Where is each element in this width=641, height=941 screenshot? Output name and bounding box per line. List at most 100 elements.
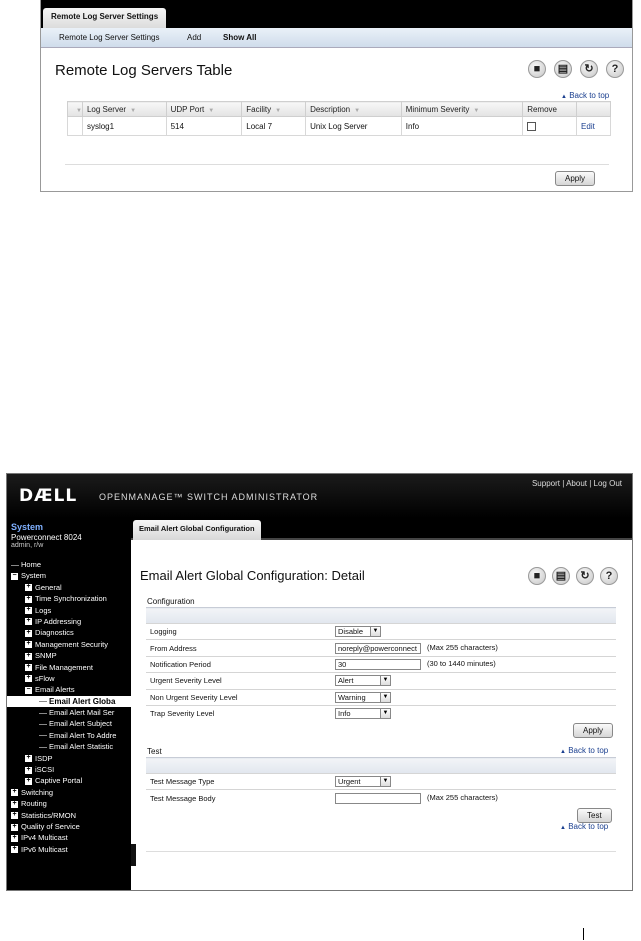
log-out-link[interactable]: Log Out (594, 479, 622, 488)
back-to-top-link[interactable]: ▲ Back to top (561, 91, 609, 100)
expand-icon[interactable]: + (25, 617, 32, 626)
field-label: Logging (146, 622, 331, 640)
sidebar-item[interactable]: + iSCSI (7, 764, 131, 775)
expand-icon[interactable]: + (11, 811, 18, 820)
expand-icon[interactable]: + (11, 788, 18, 797)
collapse-icon[interactable]: − (25, 686, 32, 694)
sidebar-item[interactable]: + Quality of Service (7, 821, 131, 832)
sidebar-item-label: Email Alert To Addre (49, 730, 117, 740)
tab-email-alert-global-configuration[interactable]: Email Alert Global Configuration (133, 520, 261, 540)
sidebar-item[interactable]: Email Alert Statistic (7, 741, 131, 752)
chevron-down-icon: ▼ (380, 777, 390, 787)
test-message-body-input[interactable] (335, 792, 421, 804)
support-link[interactable]: Support (532, 479, 560, 488)
field-label: Trap Severity Level (146, 704, 331, 722)
sidebar-item[interactable]: + Management Security (7, 639, 131, 650)
cell-facility: Local 7 (241, 116, 307, 136)
sidebar-item[interactable]: + Statistics/RMON (7, 810, 131, 821)
sidebar-item[interactable]: + IPv6 Multicast (7, 844, 131, 855)
column-header-udp-port[interactable]: UDP Port ▼ (165, 101, 243, 117)
tab-remote-log-server-settings[interactable]: Remote Log Server Settings (43, 8, 167, 28)
sidebar-item[interactable]: + SNMP (7, 650, 131, 661)
sidebar-item[interactable]: Email Alert Globa (7, 695, 131, 708)
sidebar-item[interactable]: + Time Synchronization (7, 593, 131, 604)
test-message-type-select[interactable]: Urgent ▼ (335, 776, 391, 788)
column-header-log-server[interactable]: Log Server ▼ (81, 101, 167, 117)
sidebar-item[interactable]: + sFlow (7, 673, 131, 684)
apply-button[interactable]: Apply (555, 171, 596, 186)
field-hint: (Max 255 characters) (427, 793, 498, 803)
sidebar-item[interactable]: + Diagnostics (7, 627, 131, 638)
back-to-top-link-2[interactable]: ▲ Back to top (560, 822, 608, 831)
sidebar-item[interactable]: + File Management (7, 662, 131, 673)
up-arrow-icon: ▲ (560, 825, 566, 831)
sidebar-item[interactable]: Home (7, 559, 131, 570)
back-to-top-link[interactable]: ▲ Back to top (560, 746, 608, 755)
sidebar-item[interactable]: + Switching (7, 787, 131, 798)
expand-icon[interactable]: + (25, 663, 32, 672)
from-address-input[interactable]: noreply@powerconnect (335, 642, 421, 654)
test-button[interactable]: Test (577, 808, 612, 823)
logging-select[interactable]: Disable ▼ (335, 626, 381, 638)
expand-icon[interactable]: + (25, 652, 32, 660)
save-icon[interactable]: ■ (528, 567, 546, 585)
sidebar-item-label: Email Alerts (35, 685, 75, 695)
expand-icon[interactable]: + (11, 800, 18, 808)
expand-icon[interactable]: + (11, 834, 18, 842)
column-label: Minimum Severity (405, 104, 470, 114)
refresh-icon[interactable]: ↻ (580, 60, 598, 78)
expand-icon[interactable]: + (25, 595, 32, 603)
expand-icon[interactable]: + (25, 777, 32, 785)
remote-log-servers-table: ▼ Log Server ▼ UDP Port ▼ Facility ▼ Descri… (67, 101, 611, 136)
sidebar-item[interactable]: + Routing (7, 798, 131, 809)
save-icon[interactable]: ■ (528, 60, 546, 78)
print-icon[interactable]: ▤ (552, 567, 570, 585)
expand-icon[interactable]: + (25, 640, 32, 649)
sidebar-item[interactable]: + Captive Portal (7, 775, 131, 786)
expand-icon[interactable]: + (25, 606, 32, 615)
non-urgent-severity-select[interactable]: Warning ▼ (335, 691, 391, 703)
subnav-remote-log-server-settings[interactable]: Remote Log Server Settings (59, 33, 160, 42)
expand-icon[interactable]: + (25, 583, 32, 592)
sidebar-item[interactable]: + General (7, 582, 131, 593)
sidebar-item[interactable]: + IP Addressing (7, 616, 131, 627)
system-info: System Powerconnect 8024 admin, r/w (7, 518, 131, 553)
remove-checkbox[interactable] (527, 121, 537, 131)
sidebar-item[interactable]: − Email Alerts (7, 684, 131, 695)
sidebar-item[interactable]: + ISDP (7, 753, 131, 764)
expand-icon[interactable]: + (25, 629, 32, 637)
sidebar-item-label: IPv4 Multicast (21, 833, 68, 843)
expand-icon[interactable]: + (25, 674, 32, 683)
help-icon[interactable]: ? (600, 567, 618, 585)
column-label: Description (310, 104, 351, 114)
urgent-severity-select[interactable]: Alert ▼ (335, 675, 391, 687)
expand-icon[interactable]: + (25, 754, 32, 763)
notification-period-input[interactable]: 30 (335, 658, 421, 670)
sidebar-item[interactable]: Email Alert To Addre (7, 730, 131, 741)
refresh-icon[interactable]: ↻ (576, 567, 594, 585)
help-icon[interactable]: ? (606, 60, 624, 78)
trap-severity-select[interactable]: Info ▼ (335, 708, 391, 720)
apply-button[interactable]: Apply (573, 723, 614, 738)
column-header-description[interactable]: Description ▼ (305, 101, 402, 117)
sidebar-item[interactable]: + Logs (7, 605, 131, 616)
about-link[interactable]: About (566, 479, 587, 488)
collapse-icon[interactable]: − (11, 572, 18, 580)
print-icon[interactable]: ▤ (554, 60, 572, 78)
chevron-down-icon: ▼ (380, 692, 390, 702)
expand-icon[interactable]: + (11, 823, 18, 831)
column-header-facility[interactable]: Facility ▼ (241, 101, 307, 117)
sidebar-item[interactable]: + IPv4 Multicast (7, 832, 131, 843)
expand-icon[interactable]: + (25, 766, 32, 774)
form-header (146, 607, 616, 624)
form-header-row (146, 607, 616, 624)
edit-link[interactable]: Edit (581, 122, 595, 131)
column-header-minimum-severity[interactable]: Minimum Severity ▼ (400, 101, 524, 117)
sidebar-splitter-handle[interactable] (131, 844, 136, 866)
sidebar-item[interactable]: Email Alert Mail Ser (7, 707, 131, 718)
subnav-show-all[interactable]: Show All (223, 33, 256, 42)
sidebar-item[interactable]: Email Alert Subject (7, 718, 131, 729)
expand-icon[interactable]: + (11, 845, 18, 854)
subnav-add[interactable]: Add (187, 33, 201, 42)
sidebar-item[interactable]: − System (7, 570, 131, 581)
